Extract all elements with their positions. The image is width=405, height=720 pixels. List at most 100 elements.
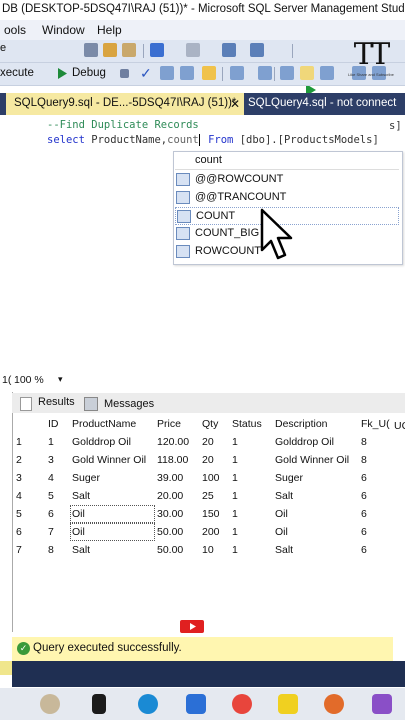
intellisense-item[interactable]: @@ROWCOUNT xyxy=(175,171,399,189)
menu-tools[interactable]: ools xyxy=(4,23,26,37)
app-icon[interactable] xyxy=(324,694,344,714)
table-row[interactable]: 6 7 Oil 50.00 200 1 Oil 6 xyxy=(14,523,392,541)
cell-description[interactable]: Salt xyxy=(273,541,359,559)
cell-status[interactable]: 1 xyxy=(230,469,273,487)
results-to-file-icon[interactable] xyxy=(320,66,334,80)
cell-id[interactable]: 5 xyxy=(46,487,70,505)
debug-icon[interactable] xyxy=(58,68,67,82)
cell-id[interactable]: 6 xyxy=(46,505,70,523)
navigate-icon[interactable] xyxy=(222,43,236,57)
cell-productname[interactable]: Salt xyxy=(70,487,155,505)
file-explorer-icon[interactable] xyxy=(186,694,206,714)
cell-id[interactable]: 7 xyxy=(46,523,70,541)
chrome-icon[interactable] xyxy=(232,694,252,714)
copy-icon[interactable] xyxy=(103,43,117,57)
cell-price[interactable]: 30.00 xyxy=(155,505,200,523)
cell-price[interactable]: 50.00 xyxy=(155,541,200,559)
column-header-productname[interactable]: ProductName xyxy=(70,415,155,433)
cell-status[interactable]: 1 xyxy=(230,523,273,541)
cell-productname[interactable]: Oil xyxy=(70,523,155,541)
desktop-widget-icon[interactable] xyxy=(40,694,60,714)
results-to-text-icon[interactable] xyxy=(280,66,294,80)
zoom-level[interactable]: 100 % xyxy=(14,374,44,386)
task-view-icon[interactable] xyxy=(92,694,106,714)
cell-id[interactable]: 8 xyxy=(46,541,70,559)
cell-price[interactable]: 50.00 xyxy=(155,523,200,541)
execute-button[interactable]: xecute xyxy=(0,67,34,79)
intellisense-icon[interactable] xyxy=(202,66,216,80)
cell-fk[interactable]: 8 xyxy=(359,433,392,451)
cell-qty[interactable]: 100 xyxy=(200,469,230,487)
table-row[interactable]: 5 6 Oil 30.00 150 1 Oil 6 xyxy=(14,505,392,523)
close-tab-icon[interactable]: ✕ xyxy=(228,97,242,111)
cell-fk[interactable]: 6 xyxy=(359,469,392,487)
cell-price[interactable]: 20.00 xyxy=(155,487,200,505)
cell-status[interactable]: 1 xyxy=(230,433,273,451)
column-header-description[interactable]: Description xyxy=(273,415,359,433)
cell-description[interactable]: Suger xyxy=(273,469,359,487)
cell-description[interactable]: Salt xyxy=(273,487,359,505)
column-header-qty[interactable]: Qty xyxy=(200,415,230,433)
table-row[interactable]: 4 5 Salt 20.00 25 1 Salt 6 xyxy=(14,487,392,505)
zoom-dropdown-icon[interactable]: ▾ xyxy=(58,374,63,385)
cell-qty[interactable]: 20 xyxy=(200,433,230,451)
column-header-price[interactable]: Price xyxy=(155,415,200,433)
tab-sqlquery9[interactable]: SQLQuery9.sql - DE...-5DSQ47I\RAJ (51))* xyxy=(6,93,244,117)
cell-productname[interactable]: Golddrop Oil xyxy=(70,433,155,451)
menu-window[interactable]: Window xyxy=(42,23,85,37)
cell-description[interactable]: Golddrop Oil xyxy=(273,433,359,451)
cell-status[interactable]: 1 xyxy=(230,505,273,523)
cell-qty[interactable]: 200 xyxy=(200,523,230,541)
menu-help[interactable]: Help xyxy=(97,23,122,37)
cell-productname[interactable]: Oil xyxy=(70,505,155,523)
debug-button[interactable]: Debug xyxy=(72,67,106,79)
cell-productname[interactable]: Salt xyxy=(70,541,155,559)
cell-productname[interactable]: Suger xyxy=(70,469,155,487)
edge-browser-icon[interactable] xyxy=(138,694,158,714)
cell-status[interactable]: 1 xyxy=(230,487,273,505)
tab-results[interactable]: Results xyxy=(38,396,75,408)
parse-check-icon[interactable]: ✓ xyxy=(140,65,152,82)
query-options-icon[interactable] xyxy=(180,66,194,80)
table-row[interactable]: 2 3 Gold Winner Oil 118.00 20 1 Gold Win… xyxy=(14,451,392,469)
column-header-fk[interactable]: Fk_U( xyxy=(359,415,392,433)
results-to-grid-icon[interactable] xyxy=(300,66,314,80)
cell-fk[interactable]: 8 xyxy=(359,451,392,469)
cell-description[interactable]: Gold Winner Oil xyxy=(273,451,359,469)
actual-plan-icon[interactable] xyxy=(230,66,244,80)
paste-icon[interactable] xyxy=(122,43,136,57)
cell-qty[interactable]: 25 xyxy=(200,487,230,505)
stop-icon[interactable] xyxy=(120,69,129,78)
cell-status[interactable]: 1 xyxy=(230,541,273,559)
cell-price[interactable]: 39.00 xyxy=(155,469,200,487)
cell-status[interactable]: 1 xyxy=(230,451,273,469)
cell-fk[interactable]: 6 xyxy=(359,523,392,541)
table-row[interactable]: 3 4 Suger 39.00 100 1 Suger 6 xyxy=(14,469,392,487)
sticky-notes-icon[interactable] xyxy=(278,694,298,714)
cell-fk[interactable]: 6 xyxy=(359,505,392,523)
cell-description[interactable]: Oil xyxy=(273,505,359,523)
cut-icon[interactable] xyxy=(84,43,98,57)
table-row[interactable]: 7 8 Salt 50.00 10 1 Salt 6 xyxy=(14,541,392,559)
cell-qty[interactable]: 10 xyxy=(200,541,230,559)
find-icon[interactable] xyxy=(250,43,264,57)
table-row[interactable]: 1 1 Golddrop Oil 120.00 20 1 Golddrop Oi… xyxy=(14,433,392,451)
cell-qty[interactable]: 150 xyxy=(200,505,230,523)
column-header-id[interactable]: ID xyxy=(46,415,70,433)
cell-id[interactable]: 4 xyxy=(46,469,70,487)
cell-description[interactable]: Oil xyxy=(273,523,359,541)
cell-qty[interactable]: 20 xyxy=(200,451,230,469)
tab-messages[interactable]: Messages xyxy=(104,398,154,410)
display-plan-icon[interactable] xyxy=(160,66,174,80)
client-stats-icon[interactable] xyxy=(258,66,272,80)
visual-studio-icon[interactable] xyxy=(372,694,392,714)
column-header-status[interactable]: Status xyxy=(230,415,273,433)
cell-productname[interactable]: Gold Winner Oil xyxy=(70,451,155,469)
cell-id[interactable]: 3 xyxy=(46,451,70,469)
intellisense-item[interactable]: @@TRANCOUNT xyxy=(175,189,399,207)
tab-sqlquery4[interactable]: SQLQuery4.sql - not connect xyxy=(248,97,396,109)
cell-price[interactable]: 118.00 xyxy=(155,451,200,469)
undo-icon[interactable] xyxy=(150,43,164,57)
cell-fk[interactable]: 6 xyxy=(359,487,392,505)
cell-id[interactable]: 1 xyxy=(46,433,70,451)
